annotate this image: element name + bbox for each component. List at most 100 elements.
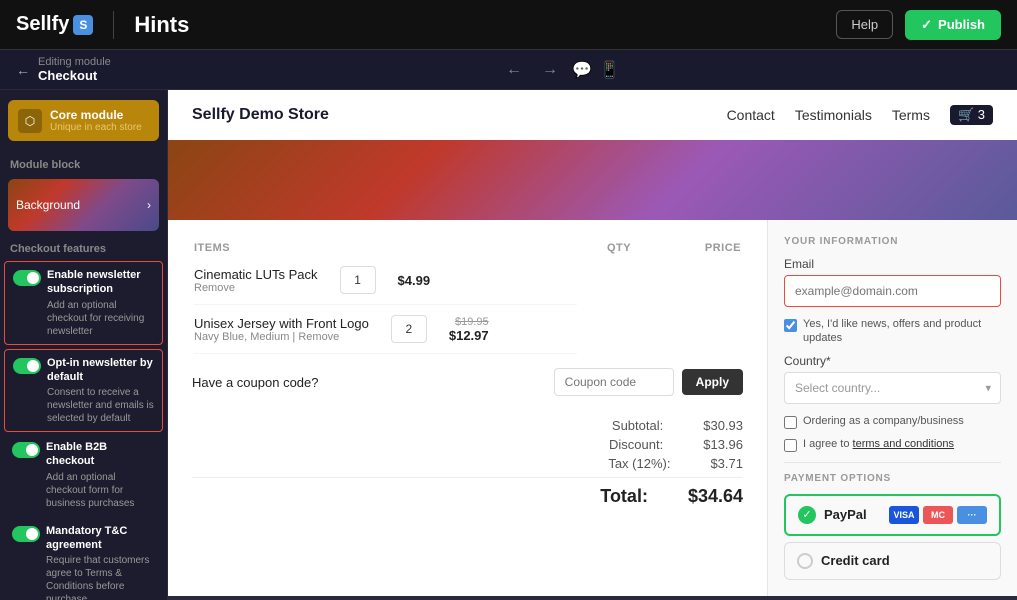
feature-optin-info: Opt-in newsletter by default Consent to …: [47, 356, 154, 426]
core-module-icon: ⬡: [18, 109, 42, 133]
coupon-input[interactable]: [554, 368, 674, 396]
country-group: Country* Select country... ▾: [784, 354, 1001, 404]
table-header: ITEMS QTY PRICE: [194, 242, 741, 254]
item-1-remove[interactable]: Remove: [194, 282, 318, 294]
top-bar: Sellfy S Hints Help ✓ Publish: [0, 0, 1017, 50]
amex-icon: ···: [957, 506, 987, 524]
coupon-label: Have a coupon code?: [192, 375, 546, 390]
feature-tnc: Mandatory T&C agreement Require that cus…: [4, 518, 163, 600]
credit-card-label: Credit card: [821, 553, 988, 568]
totals-section: Subtotal: $30.93 Discount: $13.96 Tax (1…: [192, 408, 743, 517]
country-select[interactable]: Select country...: [784, 372, 1001, 404]
discount-value: $13.96: [703, 437, 743, 452]
newsletter-checkbox-label: Yes, I'd like news, offers and product u…: [803, 317, 1001, 346]
item-2-price: $12.97: [449, 328, 489, 343]
logo-text: Sellfy: [16, 13, 69, 36]
feature-newsletter-info: Enable newsletter subscription Add an op…: [47, 268, 154, 338]
item-2-qty-cell: [369, 315, 449, 343]
total-row: Total: $34.64: [192, 477, 743, 507]
redo-button[interactable]: →: [536, 57, 564, 83]
chevron-right-icon: ›: [147, 198, 151, 212]
cart-section: ITEMS QTY PRICE Cinematic LUTs Pack Remo…: [168, 220, 767, 596]
toggle-newsletter[interactable]: [13, 270, 41, 286]
item-2-qty-input[interactable]: [391, 315, 427, 343]
logo-s-badge: S: [73, 15, 93, 35]
payment-label: PAYMENT OPTIONS: [784, 473, 1001, 484]
checkout-form: YOUR INFORMATION Email Yes, I'd like new…: [767, 220, 1017, 596]
item-1-qty-cell: [318, 266, 398, 294]
undo-button[interactable]: ←: [500, 57, 528, 83]
table-row: Unisex Jersey with Front Logo Navy Blue,…: [194, 305, 577, 354]
logo: Sellfy S: [16, 13, 93, 36]
newsletter-checkbox[interactable]: [784, 319, 797, 332]
company-checkbox[interactable]: [784, 416, 797, 429]
toggle-tnc[interactable]: [12, 526, 40, 542]
discount-row: Discount: $13.96: [192, 437, 743, 452]
feature-b2b-info: Enable B2B checkout Add an optional chec…: [46, 440, 155, 510]
credit-card-option[interactable]: Credit card: [784, 542, 1001, 580]
view-toggle: 💬 📱: [572, 60, 620, 80]
store-name: Sellfy Demo Store: [192, 106, 329, 124]
publish-button[interactable]: ✓ Publish: [905, 10, 1001, 40]
email-label: Email: [784, 257, 1001, 271]
nav-terms[interactable]: Terms: [892, 107, 930, 123]
terms-checkbox-row: I agree to terms and conditions: [784, 437, 1001, 452]
feature-b2b-desc: Add an optional checkout form for busine…: [46, 471, 155, 510]
background-section: [168, 140, 1017, 220]
store-header: Sellfy Demo Store Contact Testimonials T…: [168, 90, 1017, 140]
feature-newsletter-desc: Add an optional checkout for receiving n…: [47, 299, 154, 338]
feature-b2b: Enable B2B checkout Add an optional chec…: [4, 434, 163, 516]
subtotal-row: Subtotal: $30.93: [192, 418, 743, 433]
core-module[interactable]: ⬡ Core module Unique in each store: [8, 100, 159, 141]
paypal-label: PayPal: [824, 507, 881, 522]
company-checkbox-label: Ordering as a company/business: [803, 414, 964, 428]
nav-testimonials[interactable]: Testimonials: [795, 107, 872, 123]
section-divider: [784, 462, 1001, 463]
publish-label: Publish: [938, 17, 985, 32]
col-qty-header: QTY: [579, 242, 659, 254]
feature-tnc-title: Mandatory T&C agreement: [46, 524, 155, 553]
checkout-area: ITEMS QTY PRICE Cinematic LUTs Pack Remo…: [168, 220, 1017, 596]
item-2-remove[interactable]: Remove: [298, 331, 339, 343]
your-info-label: YOUR INFORMATION: [784, 236, 1001, 247]
core-module-title: Core module: [50, 108, 142, 122]
table-row: Cinematic LUTs Pack Remove $4.99: [194, 256, 577, 305]
apply-button[interactable]: Apply: [682, 369, 743, 395]
email-group: Email: [784, 257, 1001, 307]
payment-card-icons: VISA MC ···: [889, 506, 987, 524]
subtotal-label: Subtotal:: [612, 418, 663, 433]
feature-optin-newsletter: Opt-in newsletter by default Consent to …: [4, 349, 163, 433]
tax-value: $3.71: [710, 456, 743, 471]
store-nav: Contact Testimonials Terms 🛒 3: [727, 105, 993, 125]
subtotal-value: $30.93: [703, 418, 743, 433]
editing-name: Checkout: [38, 68, 111, 83]
mastercard-icon: MC: [923, 506, 953, 524]
item-2-meta: Navy Blue, Medium | Remove: [194, 331, 369, 343]
core-module-sub: Unique in each store: [50, 122, 142, 133]
col-price-header: PRICE: [661, 242, 741, 254]
desktop-view-button[interactable]: 💬: [572, 60, 592, 80]
item-1-qty-input[interactable]: [340, 266, 376, 294]
toggle-optin[interactable]: [13, 358, 41, 374]
terms-checkbox[interactable]: [784, 439, 797, 452]
background-preview[interactable]: Background ›: [8, 179, 159, 231]
tax-label: Tax (12%):: [608, 456, 670, 471]
core-module-info: Core module Unique in each store: [50, 108, 142, 133]
nav-contact[interactable]: Contact: [727, 107, 775, 123]
feature-tnc-desc: Require that customers agree to Terms & …: [46, 554, 155, 600]
col-items-header: ITEMS: [194, 242, 577, 254]
email-input[interactable]: [784, 275, 1001, 307]
checkout-features-label: Checkout features: [0, 235, 167, 259]
item-1-info: Cinematic LUTs Pack Remove: [194, 267, 318, 294]
page-title: Hints: [134, 12, 189, 38]
discount-label: Discount:: [609, 437, 663, 452]
paypal-option[interactable]: ✓ PayPal VISA MC ···: [784, 494, 1001, 536]
check-icon: ✓: [921, 17, 932, 33]
sub-bar: ← Editing module Checkout ← → 💬 📱: [0, 50, 1017, 90]
help-button[interactable]: Help: [836, 10, 893, 39]
cart-icon[interactable]: 🛒 3: [950, 105, 993, 125]
toggle-b2b[interactable]: [12, 442, 40, 458]
mobile-view-button[interactable]: 📱: [600, 60, 620, 80]
back-button[interactable]: ←: [16, 62, 30, 78]
item-1-price-cell: $4.99: [398, 273, 431, 288]
